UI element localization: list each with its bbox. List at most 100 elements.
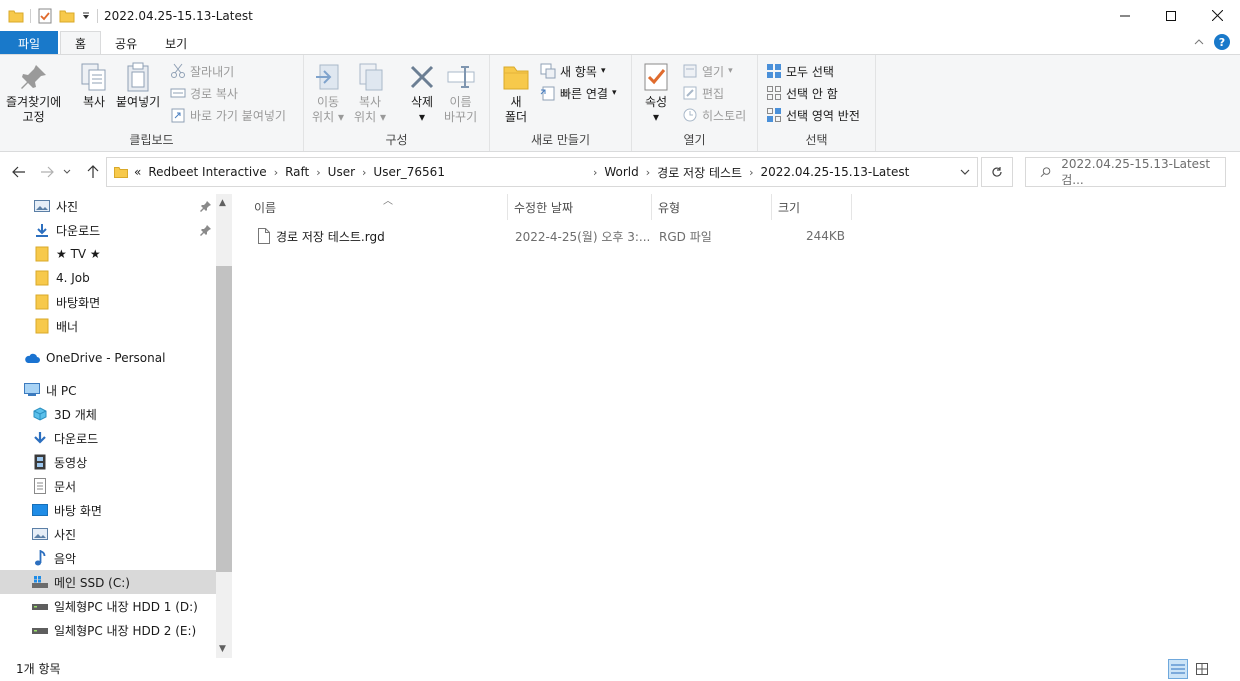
nav-item-pictures[interactable]: 사진 bbox=[0, 522, 216, 546]
nav-item-onedrive[interactable]: OneDrive - Personal bbox=[0, 346, 216, 370]
organize-group-label: 구성 bbox=[385, 133, 408, 147]
tab-share[interactable]: 공유 bbox=[101, 31, 151, 55]
nav-item-job[interactable]: 4. Job bbox=[0, 266, 216, 290]
chevron-right-icon[interactable]: › bbox=[316, 166, 320, 179]
nav-item-desktop-folder[interactable]: 바탕화면 bbox=[0, 290, 216, 314]
copy-to-button[interactable]: 복사 위치 ▾ bbox=[354, 61, 386, 125]
collapse-ribbon-icon[interactable] bbox=[1194, 38, 1204, 46]
large-icons-view-button[interactable] bbox=[1192, 659, 1212, 679]
ribbon: 즐겨찾기에 고정 복사 붙여넣기 잘라내기 경로 복사 바로 가기 붙여넣기 클… bbox=[0, 54, 1240, 152]
help-icon[interactable]: ? bbox=[1214, 34, 1230, 50]
column-header-modified[interactable]: 수정한 날짜 bbox=[508, 194, 652, 220]
folder-icon bbox=[114, 167, 128, 178]
open-button[interactable]: 열기 ▾ bbox=[682, 61, 733, 81]
scroll-up-arrow-icon[interactable]: ▲ bbox=[219, 198, 226, 208]
paste-label: 붙여넣기 bbox=[116, 95, 161, 109]
breadcrumb-overflow[interactable]: « bbox=[134, 165, 141, 179]
pin-icon[interactable] bbox=[200, 224, 212, 236]
chevron-right-icon[interactable]: › bbox=[646, 166, 650, 179]
delete-button[interactable]: 삭제 ▾ bbox=[406, 61, 438, 125]
history-button[interactable]: 히스토리 bbox=[682, 105, 746, 125]
search-icon bbox=[1040, 167, 1051, 178]
forward-button[interactable] bbox=[38, 164, 56, 180]
scroll-down-arrow-icon[interactable]: ▼ bbox=[219, 644, 226, 654]
tab-home[interactable]: 홈 bbox=[60, 31, 102, 55]
new-folder-button[interactable]: 새 폴더 bbox=[500, 61, 532, 125]
chevron-down-icon[interactable] bbox=[959, 166, 971, 178]
chevron-right-icon[interactable]: › bbox=[749, 166, 753, 179]
chevron-right-icon[interactable]: › bbox=[593, 166, 597, 179]
nav-item-d-drive[interactable]: 일체형PC 내장 HDD 1 (D:) bbox=[0, 594, 216, 618]
tab-file[interactable]: 파일 bbox=[0, 31, 58, 55]
chevron-down-icon[interactable] bbox=[81, 11, 91, 21]
column-header-size[interactable]: 크기 bbox=[772, 194, 852, 220]
nav-item-downloads-pinned[interactable]: 다운로드 bbox=[0, 218, 216, 242]
properties-dropdown-icon[interactable]: ▾ bbox=[653, 110, 659, 125]
nav-item-this-pc[interactable]: 내 PC bbox=[0, 378, 216, 402]
nav-label: 사진 bbox=[54, 527, 77, 542]
up-button[interactable] bbox=[84, 164, 102, 180]
tab-view[interactable]: 보기 bbox=[151, 31, 201, 55]
refresh-button[interactable] bbox=[981, 157, 1013, 187]
select-all-button[interactable]: 모두 선택 bbox=[766, 61, 834, 81]
close-button[interactable] bbox=[1194, 0, 1240, 31]
recent-locations-button[interactable] bbox=[58, 164, 76, 180]
nav-item-tv[interactable]: ★ TV ★ bbox=[0, 242, 216, 266]
breadcrumb-item[interactable]: Raft bbox=[285, 165, 309, 179]
properties-icon[interactable] bbox=[37, 8, 53, 24]
copy-to-icon bbox=[359, 63, 383, 91]
nav-item-desktop[interactable]: 바탕 화면 bbox=[0, 498, 216, 522]
easy-access-label: 빠른 연결 bbox=[560, 86, 608, 101]
scrollbar-thumb[interactable] bbox=[216, 266, 232, 572]
breadcrumb-item-current[interactable]: 2022.04.25-15.13-Latest bbox=[760, 165, 909, 179]
column-header-type[interactable]: 유형 bbox=[652, 194, 772, 220]
nav-item-documents[interactable]: 문서 bbox=[0, 474, 216, 498]
nav-item-photos-pinned[interactable]: 사진 bbox=[0, 194, 216, 218]
chevron-right-icon[interactable]: › bbox=[274, 166, 278, 179]
properties-button[interactable]: 속성 ▾ bbox=[640, 61, 672, 125]
edit-button[interactable]: 편집 bbox=[682, 83, 724, 103]
nav-item-downloads[interactable]: 다운로드 bbox=[0, 426, 216, 450]
separator bbox=[30, 8, 31, 23]
select-none-button[interactable]: 선택 안 함 bbox=[766, 83, 838, 103]
nav-item-e-drive[interactable]: 일체형PC 내장 HDD 2 (E:) bbox=[0, 618, 216, 642]
nav-item-videos[interactable]: 동영상 bbox=[0, 450, 216, 474]
cut-button[interactable]: 잘라내기 bbox=[170, 61, 234, 81]
table-row[interactable]: 경로 저장 테스트.rgd 2022-4-25(월) 오후 3:... RGD … bbox=[252, 224, 852, 248]
new-item-button[interactable]: 새 항목 ▾ bbox=[540, 61, 605, 81]
breadcrumb-item[interactable]: User bbox=[328, 165, 355, 179]
chevron-right-icon[interactable]: › bbox=[362, 166, 366, 179]
properties-icon bbox=[644, 63, 668, 91]
folder-icon bbox=[34, 270, 50, 286]
invert-selection-button[interactable]: 선택 영역 반전 bbox=[766, 105, 860, 125]
breadcrumb-item[interactable]: 경로 저장 테스트 bbox=[657, 164, 742, 181]
copy-path-button[interactable]: 경로 복사 bbox=[170, 83, 238, 103]
back-button[interactable] bbox=[10, 164, 28, 180]
copy-button[interactable]: 복사 bbox=[78, 61, 110, 110]
minimize-button[interactable] bbox=[1102, 0, 1148, 31]
pin-label-line2: 고정 bbox=[22, 110, 45, 124]
easy-access-button[interactable]: 빠른 연결 ▾ bbox=[540, 83, 617, 103]
breadcrumb-item[interactable]: World bbox=[604, 165, 638, 179]
maximize-button[interactable] bbox=[1148, 0, 1194, 31]
details-view-button[interactable] bbox=[1168, 659, 1188, 679]
open-group: 속성 ▾ 열기 ▾ 편집 히스토리 열기 bbox=[632, 55, 758, 151]
breadcrumb-item[interactable]: User_76561 bbox=[373, 165, 445, 179]
nav-item-banner[interactable]: 배너 bbox=[0, 314, 216, 338]
nav-item-3d-objects[interactable]: 3D 개체 bbox=[0, 402, 216, 426]
nav-scrollbar[interactable]: ▲ ▼ bbox=[216, 194, 232, 658]
nav-item-c-drive[interactable]: 메인 SSD (C:) bbox=[0, 570, 216, 594]
pin-to-quick-access-button[interactable]: 즐겨찾기에 고정 bbox=[6, 61, 61, 125]
paste-shortcut-button[interactable]: 바로 가기 붙여넣기 bbox=[170, 105, 286, 125]
new-folder-icon[interactable] bbox=[59, 9, 75, 23]
paste-button[interactable]: 붙여넣기 bbox=[116, 61, 160, 110]
search-input[interactable]: 2022.04.25-15.13-Latest 검... bbox=[1025, 157, 1226, 187]
rename-button[interactable]: 이름 바꾸기 bbox=[444, 61, 477, 125]
breadcrumb-item[interactable]: Redbeet Interactive bbox=[148, 165, 266, 179]
address-bar[interactable]: « Redbeet Interactive › Raft › User › Us… bbox=[106, 157, 978, 187]
nav-item-music[interactable]: 음악 bbox=[0, 546, 216, 570]
pin-icon[interactable] bbox=[200, 200, 212, 212]
delete-dropdown-icon[interactable]: ▾ bbox=[419, 110, 425, 125]
move-to-button[interactable]: 이동 위치 ▾ bbox=[312, 61, 344, 125]
column-header-name[interactable]: ︿ 이름 bbox=[248, 194, 508, 220]
